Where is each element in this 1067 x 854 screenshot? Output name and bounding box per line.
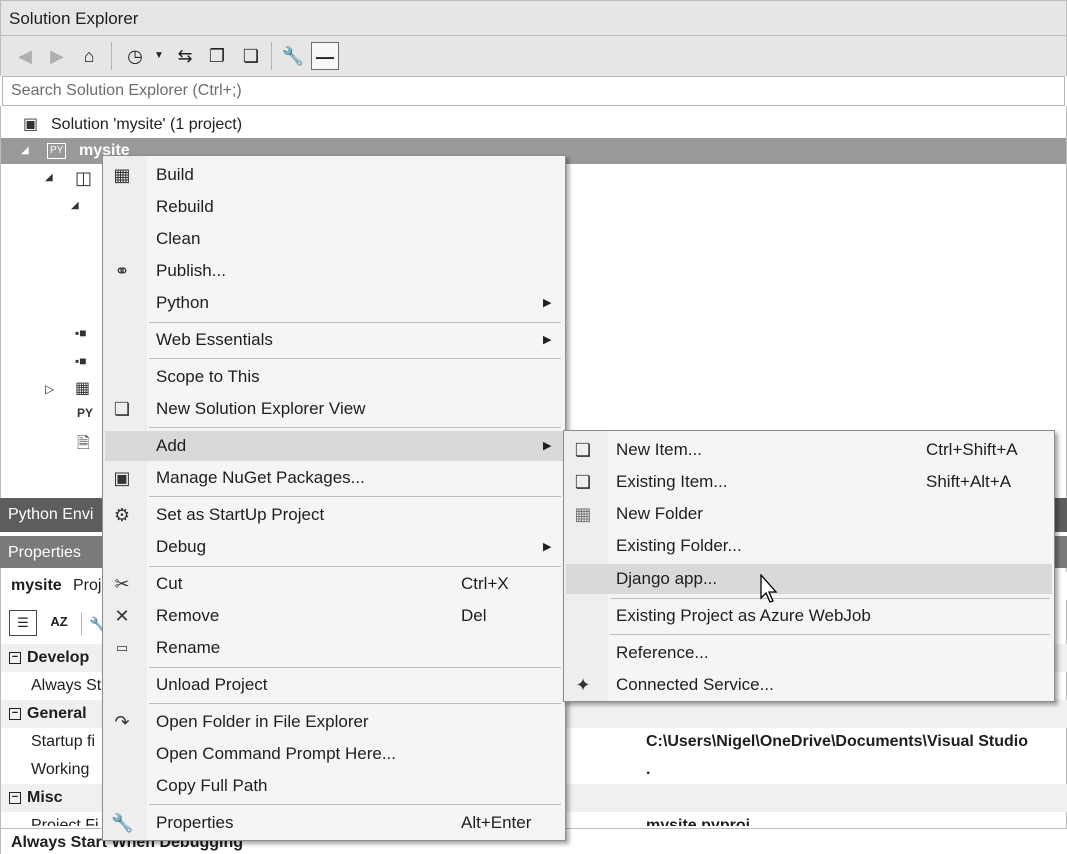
props-object-type: Proj bbox=[73, 577, 102, 594]
menu-item-web-essentials[interactable]: Web Essentials ▶ bbox=[105, 325, 563, 355]
module-icon: ▪■ bbox=[75, 326, 87, 340]
submenu-item-django-app[interactable]: Django app... bbox=[566, 564, 1052, 594]
menu-item-clean[interactable]: Clean bbox=[105, 224, 563, 254]
submenu-item-existing-folder[interactable]: Existing Folder... bbox=[566, 531, 1052, 561]
menu-item-rename[interactable]: ▭ Rename bbox=[105, 633, 563, 663]
submenu-item-connected-service[interactable]: ✦ Connected Service... bbox=[566, 670, 1052, 700]
home-icon[interactable]: ⌂ bbox=[75, 42, 103, 70]
submenu-item-new-item[interactable]: ❏ New Item... Ctrl+Shift+A bbox=[566, 435, 1052, 465]
nuget-icon: ▣ bbox=[113, 468, 131, 488]
show-all-files-icon[interactable]: ❏ bbox=[237, 42, 265, 70]
gear-icon: ⚙ bbox=[113, 505, 131, 525]
working-dir-value: . bbox=[646, 761, 651, 778]
menu-item-manage-nuget[interactable]: ▣ Manage NuGet Packages... bbox=[105, 463, 563, 493]
wrench-icon[interactable]: 🔧 bbox=[279, 42, 307, 70]
expanded-triangle-icon[interactable]: ◢ bbox=[71, 200, 79, 211]
collapse-all-icon[interactable]: ❐ bbox=[203, 42, 231, 70]
menu-item-scope-to-this[interactable]: Scope to This bbox=[105, 362, 563, 392]
scissors-icon: ✂ bbox=[114, 574, 130, 594]
new-view-icon: ❏ bbox=[113, 399, 131, 419]
sync-icon[interactable]: ⇆ bbox=[171, 42, 199, 70]
document-icon: 🗎 bbox=[77, 435, 90, 452]
folder-icon: ▦ bbox=[75, 380, 91, 397]
categorized-icon[interactable]: ☰ bbox=[9, 610, 37, 636]
submenu-arrow-icon: ▶ bbox=[543, 297, 552, 309]
python-env-label: Python Envi bbox=[8, 506, 94, 523]
menu-item-cut[interactable]: ✂ Cut Ctrl+X bbox=[105, 569, 563, 599]
python-file-icon: PY bbox=[77, 406, 94, 420]
rename-icon: ▭ bbox=[115, 640, 129, 655]
menu-item-python[interactable]: Python ▶ bbox=[105, 288, 563, 318]
submenu-item-existing-item[interactable]: ❏ Existing Item... Shift+Alt+A bbox=[566, 467, 1052, 497]
menu-item-rebuild[interactable]: Rebuild bbox=[105, 192, 563, 222]
module-icon: ▪■ bbox=[75, 354, 87, 368]
solution-label: Solution 'mysite' (1 project) bbox=[51, 116, 243, 133]
connected-service-icon: ✦ bbox=[575, 675, 591, 695]
new-item-icon: ❏ bbox=[574, 440, 592, 460]
alphabetical-icon[interactable]: AZ bbox=[45, 610, 73, 636]
submenu-arrow-icon: ▶ bbox=[543, 334, 552, 346]
tree-row-solution[interactable]: ▣ Solution 'mysite' (1 project) bbox=[1, 112, 1066, 138]
menu-item-debug[interactable]: Debug ▶ bbox=[105, 532, 563, 562]
build-icon: ▦ bbox=[113, 165, 131, 185]
menu-item-unload-project[interactable]: Unload Project bbox=[105, 670, 563, 700]
search-input[interactable]: Search Solution Explorer (Ctrl+;) bbox=[2, 76, 1065, 106]
collapse-box-icon[interactable]: − bbox=[9, 651, 21, 664]
menu-item-add[interactable]: Add ▶ bbox=[105, 431, 563, 461]
open-folder-arrow-icon: ↷ bbox=[114, 712, 130, 732]
environment-icon: ◫ bbox=[75, 168, 93, 188]
startup-file-value: C:\Users\Nigel\OneDrive\Documents\Visual… bbox=[646, 733, 1029, 750]
submenu-arrow-icon: ▶ bbox=[543, 541, 552, 553]
add-submenu: ❏ New Item... Ctrl+Shift+A ❏ Existing It… bbox=[563, 430, 1055, 702]
props-object-name: mysite bbox=[11, 577, 62, 594]
project-file-value: mysite.pyproj bbox=[646, 817, 751, 826]
properties-label: Properties bbox=[8, 544, 81, 561]
solution-explorer-title: Solution Explorer bbox=[0, 0, 1067, 36]
submenu-item-new-folder[interactable]: ▦ New Folder bbox=[566, 499, 1052, 529]
mouse-cursor-icon bbox=[760, 574, 778, 603]
publish-icon: ⚭ bbox=[114, 261, 130, 281]
existing-item-icon: ❏ bbox=[574, 472, 592, 492]
menu-item-open-folder[interactable]: ↷ Open Folder in File Explorer bbox=[105, 707, 563, 737]
submenu-item-reference[interactable]: Reference... bbox=[566, 638, 1052, 668]
submenu-arrow-icon: ▶ bbox=[543, 440, 552, 452]
menu-item-remove[interactable]: ✕ Remove Del bbox=[105, 601, 563, 631]
collapse-box-icon[interactable]: − bbox=[9, 707, 21, 720]
collapse-box-icon[interactable]: − bbox=[9, 791, 21, 804]
solution-explorer-toolbar: ◀ ▶ ⌂ ◷ ▼ ⇆ ❐ ❏ 🔧 — bbox=[0, 36, 1067, 76]
menu-item-set-startup[interactable]: ⚙ Set as StartUp Project bbox=[105, 500, 563, 530]
menu-item-properties[interactable]: 🔧 Properties Alt+Enter bbox=[105, 808, 563, 838]
wrench-icon: 🔧 bbox=[111, 813, 134, 833]
python-project-icon: PY bbox=[47, 143, 67, 159]
chevron-down-icon[interactable]: ▼ bbox=[145, 42, 173, 70]
forward-arrow-icon[interactable]: ▶ bbox=[43, 42, 71, 70]
menu-item-publish[interactable]: ⚭ Publish... bbox=[105, 256, 563, 286]
expanded-triangle-icon[interactable]: ◢ bbox=[21, 138, 29, 164]
preview-selected-icon[interactable]: — bbox=[311, 42, 339, 70]
project-context-menu: ▦ Build Rebuild Clean ⚭ Publish... Pytho… bbox=[102, 155, 566, 841]
menu-item-copy-full-path[interactable]: Copy Full Path bbox=[105, 771, 563, 801]
menu-item-new-se-view[interactable]: ❏ New Solution Explorer View bbox=[105, 394, 563, 424]
submenu-item-azure-webjob[interactable]: Existing Project as Azure WebJob bbox=[566, 601, 1052, 631]
menu-item-build[interactable]: ▦ Build bbox=[105, 160, 563, 190]
menu-item-open-command-prompt[interactable]: Open Command Prompt Here... bbox=[105, 739, 563, 769]
expanded-triangle-icon[interactable]: ◢ bbox=[45, 172, 53, 183]
collapsed-triangle-icon[interactable]: ▷ bbox=[45, 382, 54, 396]
remove-x-icon: ✕ bbox=[114, 606, 130, 626]
back-arrow-icon[interactable]: ◀ bbox=[11, 42, 39, 70]
solution-icon: ▣ bbox=[23, 116, 39, 133]
new-folder-icon: ▦ bbox=[574, 504, 592, 524]
